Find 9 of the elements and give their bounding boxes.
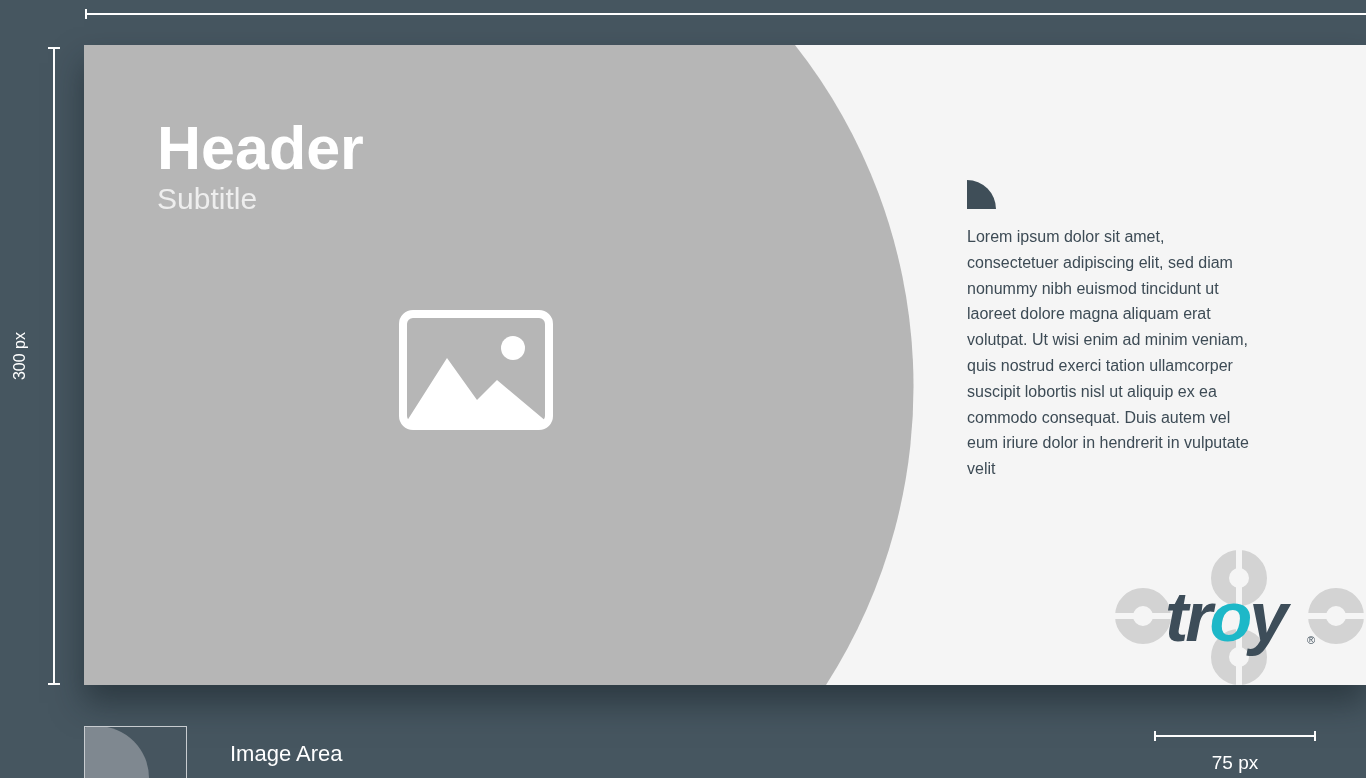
scale-label: 75 px bbox=[1211, 752, 1259, 774]
logo-wordmark: troy bbox=[1165, 578, 1294, 656]
body-paragraph: Lorem ipsum dolor sit amet, consectetuer adipiscing elit, sed diam nonummy nibh euismod tincidunt ut laoreet dolore magna aliquam erat volutpat. Ut wisi enim ad minim veniam, quis nostrud exerci tation ullamcorper suscipit lobortis nisl ut aliquip ex ea commodo consequat. Duis autem vel eum iriure dolor in hendrerit in vulputate velit bbox=[967, 227, 1250, 480]
height-dimension-label: 300 px bbox=[11, 331, 29, 381]
subtitle: Subtitle bbox=[157, 181, 258, 217]
image-placeholder-icon bbox=[399, 310, 553, 430]
registered-mark: ® bbox=[1307, 634, 1316, 646]
header-title: Header bbox=[157, 115, 364, 181]
legend-label: Image Area bbox=[230, 741, 343, 767]
